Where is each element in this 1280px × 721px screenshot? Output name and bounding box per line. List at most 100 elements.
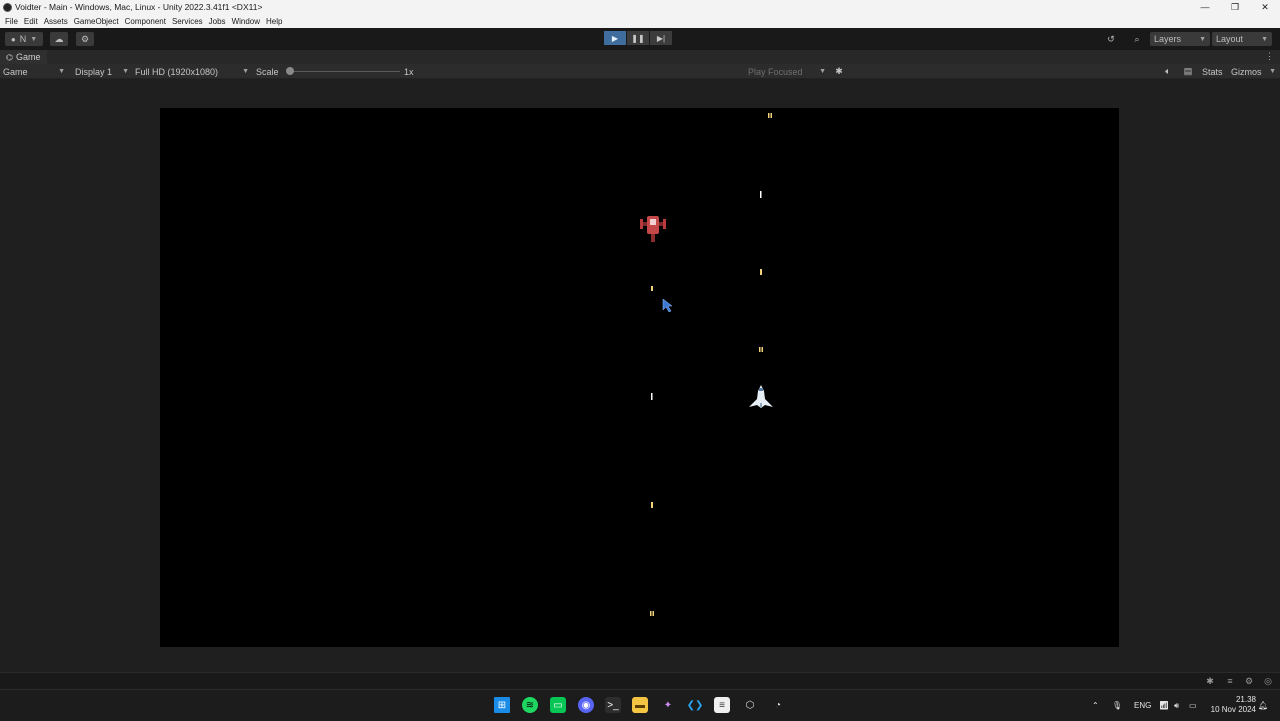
play-icon: ▶ [611, 33, 619, 43]
window-title: Voidter - Main - Windows, Mac, Linux - U… [15, 2, 263, 12]
layout-dropdown[interactable]: Layout ▼ [1212, 32, 1272, 46]
activity-icon[interactable]: ◔ [770, 697, 786, 713]
menu-gameobject[interactable]: GameObject [74, 17, 119, 26]
play-focus-value: Play Focused [748, 66, 803, 77]
bug-button[interactable]: ✱ [833, 64, 845, 79]
wifi-icon[interactable]: 📶︎ [1159, 690, 1169, 721]
play-focus-select[interactable]: Play Focused ▼ [748, 64, 826, 79]
clock-date: 10 Nov 2024 [1210, 705, 1256, 714]
mute-audio-button[interactable]: 🔈︎ [1162, 64, 1174, 79]
settings-button[interactable]: ⚙ [76, 32, 94, 46]
vscode-icon[interactable]: ❮❯ [687, 697, 704, 713]
menu-jobs[interactable]: Jobs [209, 17, 226, 26]
undo-history-button[interactable]: ↺ [1102, 32, 1120, 46]
search-button[interactable]: ⌕ [1128, 32, 1146, 46]
discord-icon[interactable]: ◉ [578, 697, 594, 713]
cloud-icon: ☁ [54, 33, 64, 44]
maximize-button[interactable]: ❐ [1220, 0, 1250, 14]
notification-bell-icon[interactable]: 🔔︎ [1258, 690, 1268, 721]
scale-slider-handle[interactable] [286, 67, 294, 75]
menu-help[interactable]: Help [266, 17, 282, 26]
stats-button[interactable]: Stats [1202, 64, 1223, 79]
chevron-down-icon: ▼ [58, 68, 65, 75]
os-taskbar: ⊞ ≋ ▭ ◉ >_ ▬ ✦ ❮❯ ≡ ⬡ ◔ ⌃ 🎙︎ ENG 📶︎ 🔊︎ ▭… [0, 689, 1280, 720]
chevron-down-icon: ▼ [30, 35, 38, 43]
bug-icon: ✱ [835, 66, 843, 76]
view-select[interactable]: Game ▼ [3, 64, 65, 79]
chevron-down-icon: ▼ [1269, 68, 1276, 75]
spotify-icon[interactable]: ≋ [522, 697, 538, 713]
system-clock[interactable]: 21.38 10 Nov 2024 [1211, 695, 1256, 715]
layers-icon[interactable]: ≡ [1225, 676, 1235, 686]
pause-button[interactable]: ❚❚ [627, 31, 649, 45]
bug-icon[interactable]: ✱ [1205, 676, 1215, 686]
window-titlebar: Voidter - Main - Windows, Mac, Linux - U… [0, 0, 1280, 14]
resolution-select-value: Full HD (1920x1080) [135, 66, 219, 77]
bullet [770, 113, 772, 118]
gizmos-label: Gizmos [1231, 66, 1262, 77]
menu-bar: File Edit Assets GameObject Component Se… [0, 14, 1280, 28]
bullet [761, 347, 763, 352]
unity-icon[interactable]: ⬡ [742, 697, 758, 713]
microphone-icon[interactable]: 🎙︎ [1112, 690, 1122, 721]
chevron-down-icon: ▼ [1199, 35, 1206, 43]
game-view-toolbar: Game ▼ Display 1 ▼ Full HD (1920x1080) ▼… [0, 64, 1280, 79]
layout-label: Layout [1216, 34, 1244, 44]
account-icon: ● [10, 34, 16, 44]
editor-status-bar: ✱ ≡ ⚙ ◎ [0, 672, 1280, 689]
account-dropdown[interactable]: ● N ▼ [5, 32, 43, 46]
windows-start-icon[interactable]: ⊞ [494, 697, 510, 713]
gizmos-dropdown[interactable]: Gizmos ▼ [1231, 64, 1276, 79]
search-icon: ⌕ [1134, 33, 1140, 44]
menu-component[interactable]: Component [125, 17, 166, 26]
language-indicator[interactable]: ENG [1134, 690, 1151, 721]
game-tab-bar: ⌬ Game ⋮ [0, 50, 1280, 64]
tab-game[interactable]: ⌬ Game [0, 50, 47, 64]
tab-menu-icon[interactable]: ⋮ [1265, 51, 1274, 62]
view-select-value: Game [3, 66, 28, 77]
tab-game-label: Game [15, 52, 41, 62]
star-app-icon[interactable]: ✦ [660, 697, 676, 713]
notepad-icon[interactable]: ≡ [714, 697, 730, 713]
game-render-surface[interactable] [160, 108, 1119, 647]
player-bullets [759, 113, 772, 352]
menu-edit[interactable]: Edit [24, 17, 38, 26]
bullet [650, 611, 652, 616]
menu-file[interactable]: File [5, 17, 18, 26]
close-button[interactable]: ✕ [1250, 0, 1280, 14]
bullet [651, 393, 653, 400]
resolution-select[interactable]: Full HD (1920x1080) ▼ [135, 64, 249, 79]
clock-time: 21.38 [1235, 695, 1256, 704]
minimize-button[interactable]: — [1190, 0, 1220, 14]
gear-icon: ⚙ [80, 33, 90, 44]
menu-assets[interactable]: Assets [44, 17, 68, 26]
chevron-down-icon: ▼ [242, 68, 249, 75]
layers-dropdown[interactable]: Layers ▼ [1150, 32, 1210, 46]
keyboard-icon: ▤ [1183, 66, 1193, 76]
file-explorer-icon[interactable]: ▬ [632, 697, 648, 713]
cloud-button[interactable]: ☁ [50, 32, 68, 46]
scale-value: 1x [404, 66, 414, 77]
terminal-icon[interactable]: >_ [605, 697, 621, 713]
play-button[interactable]: ▶ [604, 31, 626, 45]
display-select[interactable]: Display 1 ▼ [75, 64, 129, 79]
speaker-icon: 🔈︎ [1165, 66, 1171, 76]
chevron-down-icon: ▼ [819, 68, 826, 75]
bullet [760, 191, 762, 198]
check-circle-icon[interactable]: ◎ [1263, 676, 1273, 686]
menu-services[interactable]: Services [172, 17, 203, 26]
enemy-bullets [650, 286, 654, 616]
tray-overflow-icon[interactable]: ⌃ [1092, 690, 1099, 721]
line-icon[interactable]: ▭ [550, 697, 566, 713]
volume-icon[interactable]: 🔊︎ [1174, 690, 1179, 721]
debug-icon[interactable]: ⚙ [1244, 676, 1254, 686]
account-label: N [19, 34, 27, 44]
battery-icon[interactable]: ▭ [1189, 690, 1197, 721]
pause-icon: ❚❚ [631, 33, 645, 43]
bullet [651, 502, 653, 508]
menu-window[interactable]: Window [232, 17, 260, 26]
player-ship [749, 385, 773, 408]
keyboard-shortcuts-button[interactable]: ▤ [1182, 64, 1194, 79]
scale-slider-track[interactable] [290, 71, 400, 72]
step-button[interactable]: ▶| [650, 31, 672, 45]
